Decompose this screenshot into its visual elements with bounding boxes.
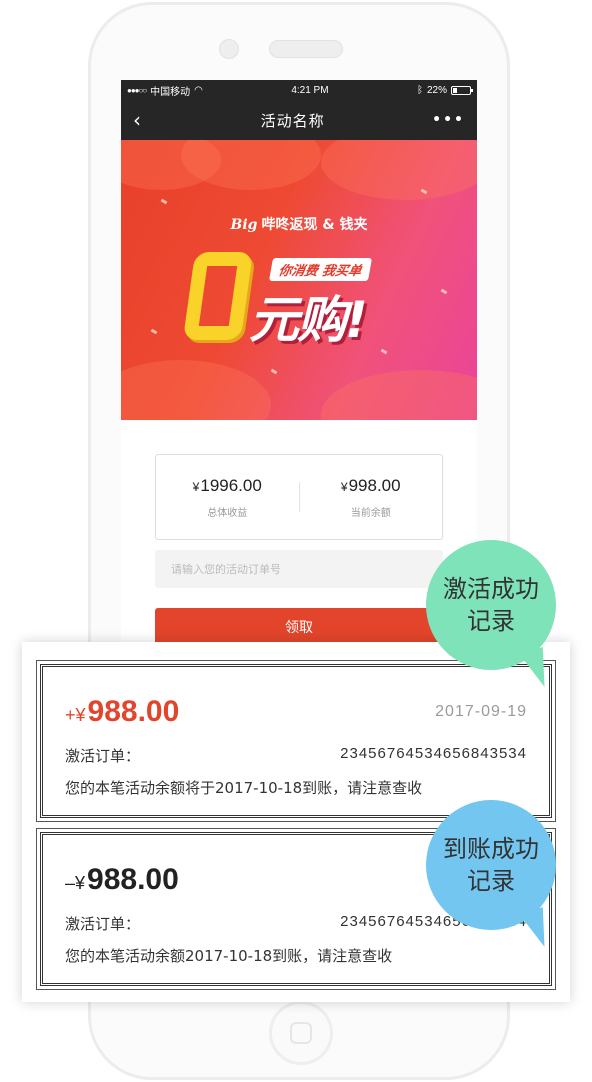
wifi-icon: ◠ [194,84,203,96]
order-number-input[interactable] [155,550,443,588]
speaker-grille [269,40,343,58]
currency-symbol: ¥ [340,479,348,494]
status-time: 4:21 PM [291,84,329,96]
banner-brand: Big 哔咚返现 & 钱夹 [121,214,477,234]
page-title: 活动名称 [260,111,325,130]
record-amount: +¥988.00 [65,695,179,729]
battery-percent: 22% [426,84,447,96]
record-order-number: 23456764534656843534 [340,745,527,762]
record-sign-currency: –¥ [65,873,86,893]
record-card: +¥988.00 2017-09-19 激活订单： 23456764534656… [36,660,556,822]
carrier-name: 中国移动 [150,86,191,98]
record-date: 2017-09-19 [435,703,527,720]
home-button[interactable] [269,1001,333,1065]
confetti [150,328,158,335]
total-earnings-value: 1996.00 [200,475,262,495]
home-square-icon [290,1022,312,1044]
status-bar: ●●●○○ 中国移动 ◠ 4:21 PM ᛒ 22% [121,80,477,100]
more-icon[interactable]: ••• [432,112,465,128]
total-earnings: ¥1996.00 总体收益 [156,476,299,519]
bubble-text: 激活成功记录 [443,574,539,635]
app-screen: ●●●○○ 中国移动 ◠ 4:21 PM ᛒ 22% ‹ 活动名称 ••• Bi… [121,80,477,680]
banner-cloud [121,360,271,420]
signal-icon: ●●●○○ [127,85,147,95]
bluetooth-icon: ᛒ [416,84,423,96]
confetti [380,348,388,355]
current-balance-label: 当前余额 [350,507,391,519]
confetti [440,288,448,295]
camera-icon [219,39,239,59]
banner-tagline: 你消费 我买单 [268,258,372,281]
balance-card: ¥1996.00 总体收益 ¥998.00 当前余额 [155,454,443,540]
record-amount-value: 988.00 [87,695,180,728]
nav-bar: ‹ 活动名称 ••• [121,100,477,140]
record-note: 您的本笔活动余额将于2017-10-18到账，请注意查收 [65,779,423,797]
banner-cloud [321,370,477,420]
record-order-label: 激活订单： [65,915,141,933]
current-balance: ¥998.00 当前余额 [300,476,443,519]
confetti [270,368,278,375]
total-earnings-label: 总体收益 [207,507,248,519]
record-order-label: 激活订单： [65,747,141,765]
record-amount-value: 988.00 [87,863,179,896]
confetti [160,198,168,205]
back-icon[interactable]: ‹ [133,110,153,130]
record-sign-currency: +¥ [65,705,86,725]
record-note: 您的本笔活动余额2017-10-18到账，请注意查收 [65,947,393,965]
bubble-text: 到账成功记录 [443,834,539,895]
brand-text: 哔咚返现 & 钱夹 [261,217,368,233]
currency-symbol: ¥ [192,479,200,494]
banner-cloud [321,140,477,200]
claim-button[interactable]: 领取 [155,608,443,646]
banner-cloud [181,140,321,190]
brand-logo: Big [230,217,258,233]
promo-banner: Big 哔咚返现 & 钱夹 你消费 我买单 元购! [121,140,477,420]
activated-record-bubble: 激活成功记录 [426,540,556,670]
banner-headline: 元购! [249,291,368,349]
current-balance-value: 998.00 [348,475,401,495]
record-amount: –¥988.00 [65,863,179,897]
battery-icon [450,85,473,95]
received-record-bubble: 到账成功记录 [426,800,556,930]
zero-graphic [182,252,254,340]
